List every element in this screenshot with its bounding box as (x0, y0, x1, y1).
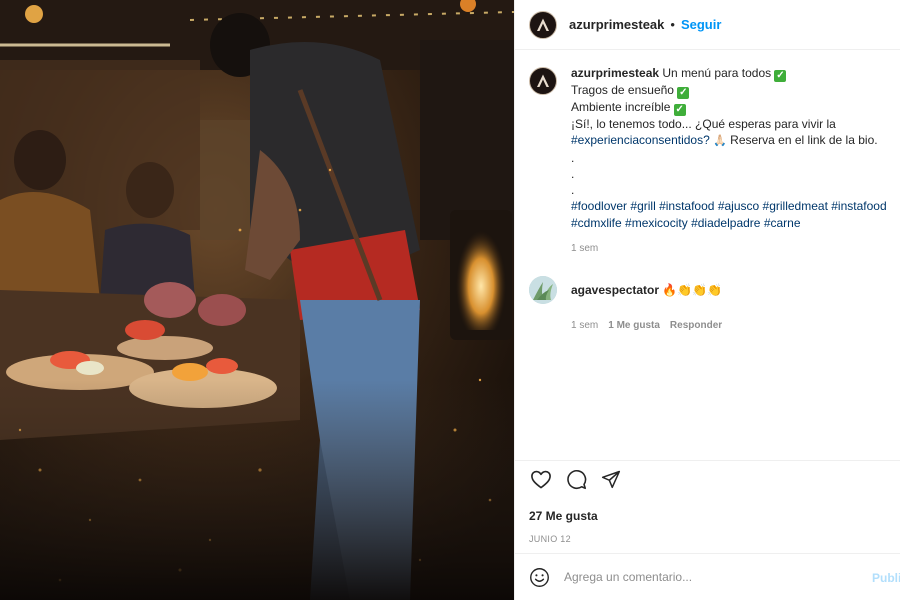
comment-icon[interactable] (566, 469, 587, 490)
hashtag-link[interactable]: #instafood (659, 199, 714, 213)
praying-hands-icon: 🙏🏻 (713, 135, 727, 148)
check-emoji-icon: ✓ (774, 70, 787, 82)
emoji-icon[interactable] (529, 567, 550, 588)
likes-count[interactable]: 27 Me gusta (529, 509, 887, 523)
comments-section[interactable]: azurprimesteak Un menú para todos ✓ Trag… (515, 51, 900, 459)
caption-line-2: Tragos de ensueño (571, 83, 674, 97)
share-icon[interactable] (601, 469, 621, 489)
post-actions: 27 Me gusta JUNIO 12 (515, 460, 900, 544)
caption-dot: . (571, 183, 575, 198)
hashtag-link[interactable]: #carne (764, 216, 801, 230)
post-photo[interactable] (0, 0, 514, 600)
profile-avatar[interactable] (529, 10, 557, 39)
hashtag-link[interactable]: #cdmxlife (571, 216, 622, 230)
post-header: azurprimesteak • Seguir (515, 0, 900, 50)
comment-text: agavespectator 🔥👏👏👏 (571, 282, 722, 298)
hashtag-link[interactable]: #experienciaconsentidos? (571, 133, 710, 147)
hashtags-line-1: #foodlover #grill #instafood #ajusco #gr… (571, 198, 887, 214)
agave-avatar-icon (529, 276, 557, 305)
caption-avatar[interactable] (529, 67, 557, 95)
comment-item: agavespectator 🔥👏👏👏 (529, 276, 887, 305)
brand-logo-icon (537, 18, 549, 31)
comment-input[interactable] (564, 570, 844, 584)
hashtag-link[interactable]: #grilledmeat (763, 199, 828, 213)
caption-row: azurprimesteak Un menú para todos ✓ Trag… (529, 65, 887, 231)
comment-likes-link[interactable]: 1 Me gusta (608, 320, 660, 331)
restaurant-grill-photo (0, 0, 514, 600)
check-emoji-icon: ✓ (673, 104, 686, 116)
username[interactable]: azurprimesteak (569, 17, 664, 32)
publish-button[interactable]: Publicar (872, 571, 900, 585)
reply-button[interactable]: Responder (670, 320, 722, 331)
comment-timestamp: 1 sem (571, 320, 599, 332)
caption-username[interactable]: azurprimesteak (571, 66, 659, 80)
hashtag-link[interactable]: #foodlover (571, 199, 627, 213)
brand-logo-icon (537, 74, 549, 87)
hashtags-line-2: #cdmxlife #mexicocity #diadelpadre #carn… (571, 215, 887, 231)
caption-line-3: Ambiente increíble (571, 100, 671, 114)
post-caption: azurprimesteak Un menú para todos ✓ Trag… (571, 65, 887, 231)
hashtag-link[interactable]: #grill (630, 199, 655, 213)
comment-meta: 1 sem 1 Me gusta Responder (571, 320, 887, 331)
heart-icon[interactable] (530, 469, 552, 489)
check-emoji-icon: ✓ (677, 87, 690, 99)
comment-emoji: 🔥👏👏👏 (662, 283, 723, 298)
hashtag-link[interactable]: #diadelpadre (691, 216, 760, 230)
commenter-avatar[interactable] (529, 276, 557, 305)
action-icons (530, 468, 887, 490)
hashtag-link[interactable]: #mexicocity (625, 216, 688, 230)
commenter-username[interactable]: agavespectator (571, 283, 659, 297)
post-side-panel: azurprimesteak • Seguir azurprimesteak U… (514, 0, 900, 600)
caption-dot: . (571, 150, 575, 165)
caption-line-1: Un menú para todos (662, 66, 772, 80)
caption-dot: . (571, 166, 575, 181)
add-comment-bar: Publicar (515, 553, 900, 600)
caption-line-4: ¡Sí!, lo tenemos todo... ¿Qué esperas pa… (571, 117, 836, 131)
hashtag-link[interactable]: #instafood (831, 199, 886, 213)
hashtag-link[interactable]: #ajusco (718, 199, 759, 213)
header-separator: • (670, 17, 675, 32)
caption-line-5: Reserva en el link de la bio. (730, 133, 878, 148)
caption-timestamp: 1 sem (571, 243, 599, 255)
post-date: JUNIO 12 (529, 534, 571, 544)
follow-button[interactable]: Seguir (681, 17, 721, 32)
